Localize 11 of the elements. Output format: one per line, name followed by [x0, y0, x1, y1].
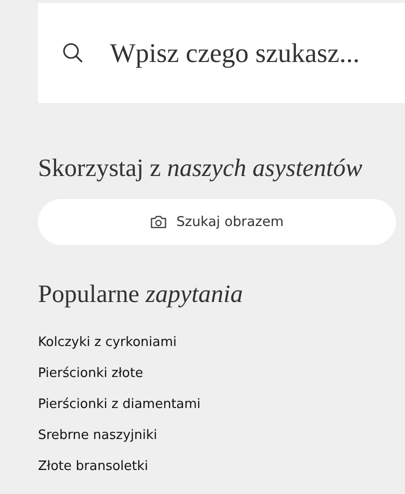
section-heading: Popularne zapytania	[38, 280, 244, 310]
query-link[interactable]: Srebrne naszyjniki	[38, 426, 158, 445]
query-link[interactable]: Pierścionki z diamentami	[38, 395, 201, 414]
section-heading: Skorzystaj z naszych asystentów	[38, 154, 364, 184]
search-icon	[62, 42, 84, 64]
camera-icon	[150, 215, 168, 229]
query-link[interactable]: Złote bransoletki	[38, 457, 148, 476]
search-field[interactable]: Wpisz czego szukasz...	[110, 38, 400, 68]
image-search-button[interactable]: Szukaj obrazem	[38, 199, 396, 245]
query-link[interactable]: Pierścionki złote	[38, 364, 144, 383]
query-link[interactable]: Kolczyki z cyrkoniami	[38, 333, 177, 352]
